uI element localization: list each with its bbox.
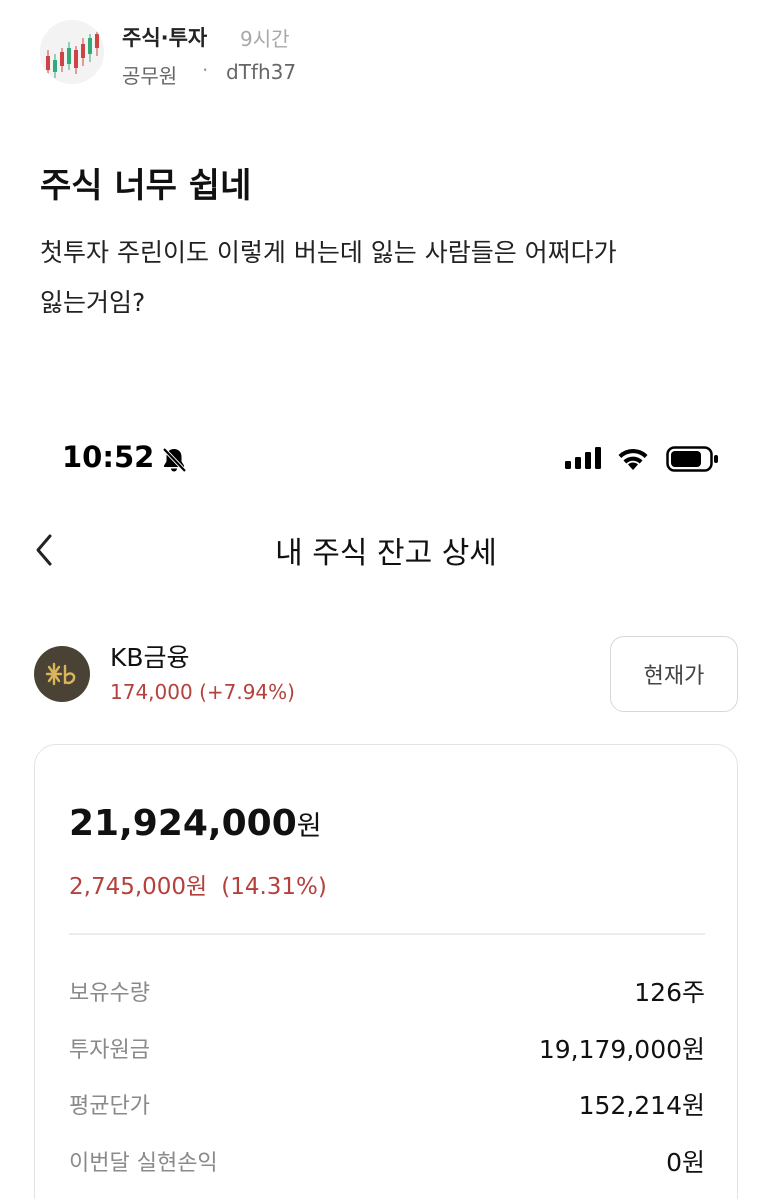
post-title: 주식 너무 쉽네 [40, 166, 252, 206]
post-body-line: 첫투자 주린이도 이렇게 버는데 잃는 사람들은 어쩌다가 [40, 238, 617, 267]
detail-label: 이번달 실현손익 [69, 1151, 218, 1176]
detail-row-average-price: 평균단가 152,214원 [69, 1084, 705, 1124]
bell-slash-icon [162, 447, 187, 473]
current-price-button[interactable]: 현재가 [610, 636, 738, 712]
detail-row-quantity: 보유수량 126주 [69, 971, 705, 1011]
author-id[interactable]: dTfh37 [226, 60, 296, 84]
stock-name: KB금융 [110, 643, 190, 672]
candlestick-chart-icon [40, 20, 104, 84]
kb-logo-icon [45, 662, 76, 686]
holding-card: 21,924,000원 2,745,000원 (14.31%) 보유수량 126주… [34, 744, 738, 1199]
post-body-line: 잃는거임? [40, 288, 146, 317]
stock-price-change: 174,000 (+7.94%) [110, 680, 295, 704]
profit-line: 2,745,000원 (14.31%) [69, 867, 327, 901]
detail-label: 투자원금 [69, 1038, 150, 1063]
total-value-amount: 21,924,000 [69, 803, 297, 844]
post-body: 첫투자 주린이도 이렇게 버는데 잃는 사람들은 어쩌다가 잃는거임? [40, 228, 740, 328]
cellular-signal-icon [565, 447, 601, 469]
detail-label: 평균단가 [69, 1094, 150, 1119]
author-job: 공무원 [122, 64, 178, 88]
detail-row-principal: 투자원금 19,179,000원 [69, 1028, 705, 1068]
status-time: 10:52 [62, 440, 155, 474]
post-category[interactable]: 주식·투자 [122, 22, 207, 52]
kb-logo [34, 646, 90, 702]
divider [69, 933, 705, 935]
total-value-unit: 원 [296, 811, 322, 842]
detail-value: 126주 [634, 978, 705, 1007]
screen-title: 내 주식 잔고 상세 [275, 536, 497, 571]
post-header: 주식·투자 9시간 공무원 · dTfh37 [40, 18, 740, 88]
meta-separator: · [202, 58, 209, 82]
detail-value: 19,179,000원 [538, 1035, 705, 1064]
post-time: 9시간 [240, 27, 290, 51]
wifi-icon [618, 448, 648, 470]
detail-label: 보유수량 [69, 981, 150, 1006]
battery-icon [666, 446, 718, 472]
profit-amount: 2,745,000원 [69, 874, 208, 900]
profit-rate: (14.31%) [221, 874, 327, 900]
category-avatar[interactable] [40, 20, 104, 84]
total-value: 21,924,000원 [69, 803, 322, 844]
detail-value: 0원 [666, 1148, 705, 1177]
detail-value: 152,214원 [578, 1091, 705, 1120]
detail-row-realized-pnl: 이번달 실현손익 0원 [69, 1141, 705, 1181]
